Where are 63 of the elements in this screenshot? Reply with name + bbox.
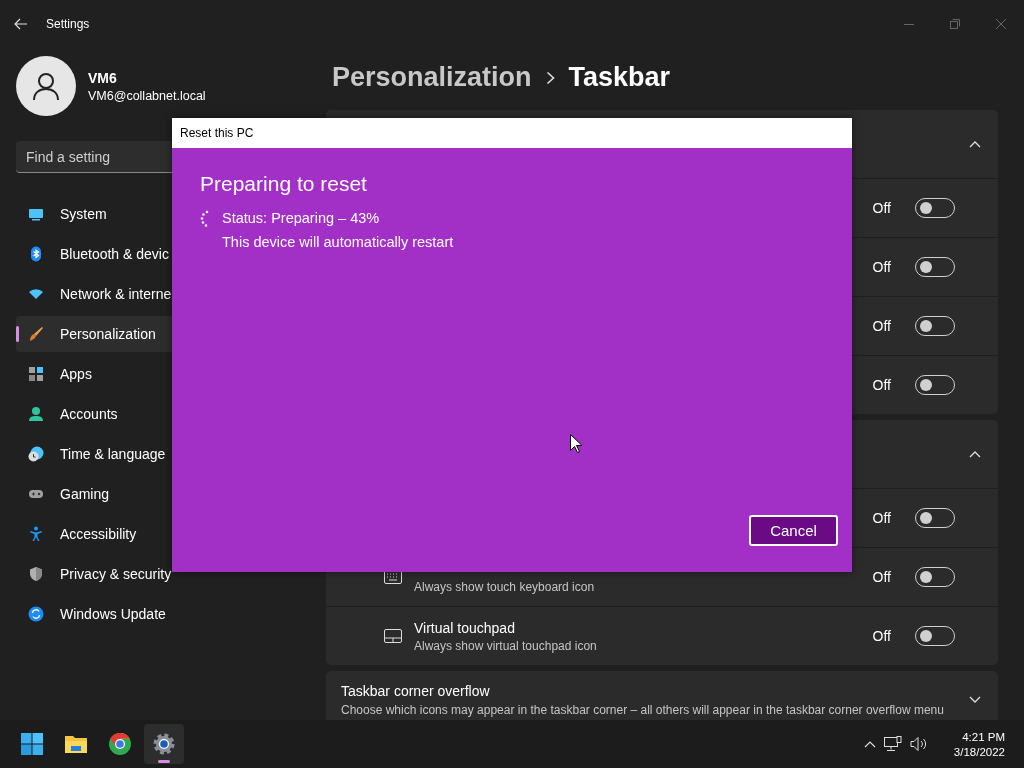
keyboard-icon bbox=[384, 570, 402, 584]
toggle-state: Off bbox=[872, 569, 891, 585]
start-icon bbox=[21, 733, 43, 755]
nav-item[interactable]: Accounts bbox=[16, 396, 294, 432]
clock-date[interactable]: 3/18/2022 bbox=[953, 745, 1005, 758]
nav-icon bbox=[28, 326, 44, 342]
back-icon[interactable] bbox=[14, 18, 28, 30]
chevron-down-icon[interactable] bbox=[969, 696, 981, 704]
nav-icon bbox=[28, 526, 44, 542]
spinner-icon bbox=[200, 210, 210, 228]
close-icon[interactable] bbox=[996, 19, 1006, 29]
setting-title: Virtual touchpad bbox=[414, 619, 516, 636]
toggle-state: Off bbox=[872, 318, 891, 334]
browser-icon bbox=[109, 733, 131, 755]
dialog-heading: Preparing to reset bbox=[200, 172, 368, 196]
toggle-state: Off bbox=[872, 628, 891, 644]
nav-item[interactable]: Privacy & security bbox=[16, 556, 294, 592]
gear-icon bbox=[153, 733, 175, 755]
nav-icon bbox=[28, 206, 44, 222]
toggle-state: Off bbox=[872, 510, 891, 526]
setting-description: Choose which icons may appear in the taskbar corner – all others will appear in the taskbar corner overflow menu bbox=[341, 703, 945, 717]
nav-item[interactable]: Accessibility bbox=[16, 516, 294, 552]
folder-icon bbox=[65, 736, 87, 753]
chevron-up-icon[interactable] bbox=[969, 450, 981, 458]
setting-description: Always show virtual touchpad icon bbox=[414, 638, 598, 653]
nav-icon bbox=[28, 406, 44, 422]
volume-icon[interactable] bbox=[909, 736, 928, 752]
nav-icon bbox=[28, 446, 44, 462]
chevron-right-icon bbox=[545, 70, 555, 85]
nav-item[interactable]: Windows Update bbox=[16, 596, 294, 632]
avatar bbox=[16, 56, 76, 116]
user-name: VM6 bbox=[88, 69, 118, 86]
cursor-icon bbox=[570, 434, 582, 453]
nav-icon bbox=[28, 286, 44, 302]
status-text: Status: Preparing – 43% bbox=[222, 210, 381, 226]
setting-description: Always show touch keyboard icon bbox=[414, 580, 596, 594]
chevron-up-icon[interactable] bbox=[863, 740, 876, 748]
nav-item[interactable]: Network & interne bbox=[16, 276, 294, 312]
user-email: VM6@collabnet.local bbox=[88, 88, 206, 103]
page-title: Taskbar bbox=[568, 62, 671, 93]
clock-time[interactable]: 4:21 PM bbox=[962, 730, 1005, 743]
nav-item[interactable]: Time & language bbox=[16, 436, 294, 472]
nav-icon bbox=[28, 246, 44, 262]
setting-title: Taskbar corner overflow bbox=[341, 683, 491, 699]
minimize-icon[interactable] bbox=[904, 23, 914, 25]
nav-icon bbox=[28, 606, 44, 622]
network-icon[interactable] bbox=[883, 736, 902, 752]
toggle-state: Off bbox=[872, 200, 891, 216]
nav-icon bbox=[28, 566, 44, 582]
restart-note: This device will automatically restart bbox=[222, 234, 454, 250]
touchpad-icon bbox=[384, 629, 402, 643]
toggle-state: Off bbox=[872, 377, 891, 393]
window-title: Settings bbox=[46, 17, 90, 31]
nav-item[interactable]: Gaming bbox=[16, 476, 294, 512]
toggle-state: Off bbox=[872, 259, 891, 275]
maximize-icon[interactable] bbox=[950, 19, 960, 29]
dialog-title: Reset this PC bbox=[180, 126, 254, 140]
nav-icon bbox=[28, 366, 44, 382]
chevron-up-icon[interactable] bbox=[969, 140, 981, 148]
breadcrumb-parent[interactable]: Personalization bbox=[332, 62, 532, 93]
nav-item[interactable]: Apps bbox=[16, 356, 294, 392]
cancel-button[interactable]: Cancel bbox=[749, 515, 838, 546]
taskbar-app[interactable] bbox=[144, 724, 184, 764]
